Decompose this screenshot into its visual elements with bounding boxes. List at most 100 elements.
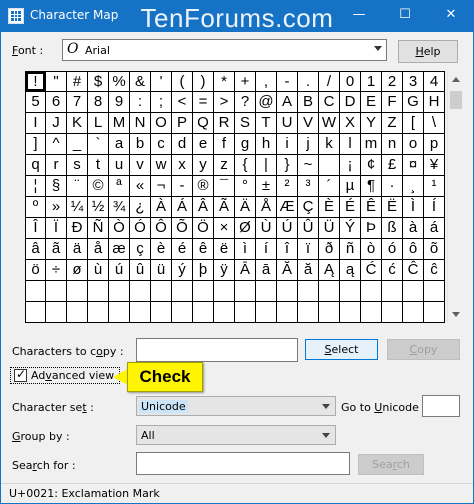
character-cell[interactable]	[319, 155, 340, 176]
character-cell[interactable]: '	[151, 71, 172, 92]
character-cell[interactable]: |	[256, 155, 277, 176]
character-cell[interactable]	[319, 302, 340, 323]
character-cell[interactable]: ¦	[25, 176, 46, 197]
character-cell[interactable]: N	[130, 113, 151, 134]
character-cell[interactable]: Q	[193, 113, 214, 134]
character-cell[interactable]	[277, 302, 298, 323]
character-cell[interactable]	[340, 281, 361, 302]
character-cell[interactable]	[46, 302, 67, 323]
character-cell[interactable]: ]	[25, 134, 46, 155]
character-cell[interactable]: ă	[298, 260, 319, 281]
character-cell[interactable]: W	[319, 113, 340, 134]
character-cell[interactable]: H	[424, 92, 445, 113]
character-cell[interactable]: ï	[298, 239, 319, 260]
character-cell[interactable]: Ò	[109, 218, 130, 239]
character-cell[interactable]: ą	[340, 260, 361, 281]
character-cell[interactable]	[109, 281, 130, 302]
character-cell[interactable]	[46, 281, 67, 302]
character-cell[interactable]: °	[235, 176, 256, 197]
character-cell[interactable]: >	[214, 92, 235, 113]
character-cell[interactable]: I	[25, 113, 46, 134]
search-button[interactable]: Search	[358, 454, 424, 475]
character-cell[interactable]: ø	[67, 260, 88, 281]
character-cell[interactable]: v	[130, 155, 151, 176]
font-dropdown[interactable]: O Arial	[62, 39, 387, 61]
character-cell[interactable]: ¨	[67, 176, 88, 197]
character-cell[interactable]	[172, 281, 193, 302]
character-cell[interactable]: \	[424, 113, 445, 134]
character-cell[interactable]: B	[298, 92, 319, 113]
character-cell[interactable]: ¬	[151, 176, 172, 197]
character-cell[interactable]: 5	[25, 92, 46, 113]
character-cell[interactable]: í	[256, 239, 277, 260]
character-cell[interactable]: ð	[319, 239, 340, 260]
character-cell[interactable]: F	[382, 92, 403, 113]
character-cell[interactable]: «	[130, 176, 151, 197]
character-cell[interactable]: e	[193, 134, 214, 155]
character-cell[interactable]: ·	[382, 176, 403, 197]
character-cell[interactable]: ò	[361, 239, 382, 260]
character-cell[interactable]: i	[277, 134, 298, 155]
character-cell[interactable]	[298, 281, 319, 302]
character-cell[interactable]	[256, 281, 277, 302]
character-cell[interactable]: ¤	[403, 155, 424, 176]
character-cell[interactable]: à	[403, 218, 424, 239]
character-cell[interactable]: 3	[403, 71, 424, 92]
character-cell[interactable]: Ć	[361, 260, 382, 281]
character-cell[interactable]: }	[277, 155, 298, 176]
character-cell[interactable]	[88, 302, 109, 323]
character-cell[interactable]: Ý	[340, 218, 361, 239]
character-cell[interactable]: Ä	[235, 197, 256, 218]
character-cell[interactable]: ¹	[424, 176, 445, 197]
minimize-button[interactable]: —	[336, 0, 382, 30]
character-cell[interactable]: 0	[340, 71, 361, 92]
character-cell[interactable]: È	[319, 197, 340, 218]
character-cell[interactable]: ¿	[130, 197, 151, 218]
character-cell[interactable]	[109, 302, 130, 323]
character-cell[interactable]: S	[235, 113, 256, 134]
character-cell[interactable]: Ā	[235, 260, 256, 281]
character-cell[interactable]: Ð	[67, 218, 88, 239]
character-cell[interactable]: G	[403, 92, 424, 113]
character-cell[interactable]: ä	[67, 239, 88, 260]
character-cell[interactable]: ®	[193, 176, 214, 197]
character-cell[interactable]	[256, 302, 277, 323]
character-cell[interactable]: É	[340, 197, 361, 218]
character-cell[interactable]: q	[25, 155, 46, 176]
character-cell[interactable]: Ă	[277, 260, 298, 281]
character-cell[interactable]: _	[67, 134, 88, 155]
character-cell[interactable]: x	[172, 155, 193, 176]
character-cell[interactable]: Í	[424, 197, 445, 218]
character-cell[interactable]: %	[109, 71, 130, 92]
character-cell[interactable]: ë	[214, 239, 235, 260]
character-cell[interactable]: Ï	[46, 218, 67, 239]
character-cell[interactable]: h	[256, 134, 277, 155]
character-cell[interactable]: Ö	[193, 218, 214, 239]
character-cell[interactable]	[424, 281, 445, 302]
character-cell[interactable]: ¯	[214, 176, 235, 197]
character-cell[interactable]: ²	[277, 176, 298, 197]
character-cell[interactable]: ÿ	[214, 260, 235, 281]
character-cell[interactable]: ¼	[67, 197, 88, 218]
character-cell[interactable]: f	[214, 134, 235, 155]
character-cell[interactable]: 2	[382, 71, 403, 92]
character-cell[interactable]: ć	[382, 260, 403, 281]
character-cell[interactable]: ³	[298, 176, 319, 197]
character-cell[interactable]: p	[424, 134, 445, 155]
character-cell[interactable]: K	[67, 113, 88, 134]
character-cell[interactable]: æ	[109, 239, 130, 260]
character-cell[interactable]: Ã	[214, 197, 235, 218]
character-cell[interactable]: Ĉ	[403, 260, 424, 281]
character-cell[interactable]	[88, 281, 109, 302]
character-cell[interactable]: [	[403, 113, 424, 134]
character-cell[interactable]: 1	[361, 71, 382, 92]
character-cell[interactable]: 9	[109, 92, 130, 113]
character-cell[interactable]: M	[109, 113, 130, 134]
character-cell[interactable]: Ô	[151, 218, 172, 239]
character-cell[interactable]: ý	[172, 260, 193, 281]
character-cell[interactable]: ĉ	[424, 260, 445, 281]
character-cell[interactable]: -	[277, 71, 298, 92]
character-cell[interactable]: ö	[25, 260, 46, 281]
character-cell[interactable]: ¶	[361, 176, 382, 197]
character-cell[interactable]: Ù	[256, 218, 277, 239]
